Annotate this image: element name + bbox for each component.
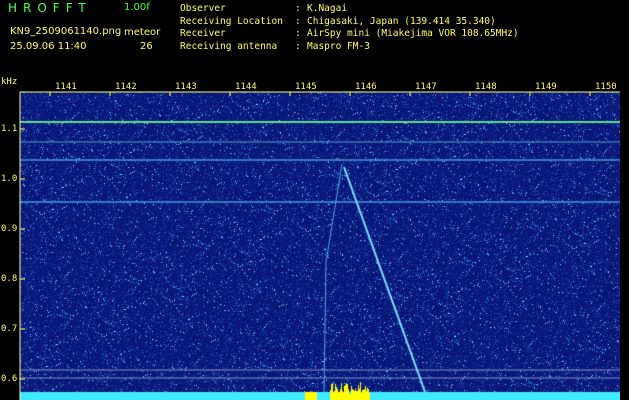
info-separator: : (295, 28, 301, 39)
x-tick-label: 1143 (175, 82, 197, 92)
info-key: Receiving Location (180, 15, 283, 27)
app-title: HROFFT (8, 1, 92, 15)
meteor-count: 26 (140, 41, 153, 52)
info-row-location: Receiving Location : Chigasaki, Japan (1… (180, 16, 519, 29)
info-separator: : (295, 3, 301, 14)
info-value: K.Nagai (307, 3, 348, 14)
info-row-receiver: Receiver : AirSpy mini (Miakejima VOR 10… (180, 28, 519, 41)
spectrogram-canvas (20, 92, 620, 400)
info-separator: : (295, 15, 301, 27)
info-key: Observer (180, 3, 226, 14)
x-tick-label: 1148 (475, 82, 497, 92)
info-value: Maspro FM-3 (307, 40, 370, 52)
y-tick-label: 0.8 (1, 274, 18, 284)
x-tick-label: 1141 (55, 82, 77, 92)
x-tick-label: 1144 (235, 82, 257, 92)
info-key: Receiving antenna (180, 40, 278, 52)
x-tick-label: 1147 (415, 82, 437, 92)
file-timestamp: 25.09.06 11:40 (10, 41, 87, 52)
info-key: Receiver (180, 28, 226, 39)
info-separator: : (295, 40, 301, 52)
y-axis-unit: kHz (1, 77, 18, 87)
y-tick-label: 0.9 (1, 224, 18, 234)
info-value: Chigasaki, Japan (139.414 35.340) (307, 15, 496, 27)
x-tick-label: 1142 (115, 82, 137, 92)
app-version: 1.00f (124, 2, 150, 13)
info-row-antenna: Receiving antenna : Maspro FM-3 (180, 41, 519, 54)
info-row-observer: Observer : K.Nagai (180, 3, 519, 16)
y-tick-label: 1.1 (1, 124, 18, 134)
y-tick-label: 0.6 (1, 374, 18, 384)
info-value: AirSpy mini (Miakejima VOR 108.65MHz) (307, 28, 519, 39)
x-tick-label: 1149 (535, 82, 557, 92)
meteor-label: meteor (124, 27, 161, 38)
y-tick-label: 0.7 (1, 324, 18, 334)
y-tick-label: 1.0 (1, 174, 18, 184)
observation-info: Observer : K.Nagai Receiving Location : … (180, 3, 519, 53)
header-panel: HROFFT 1.00f KN9_2509061140.png 25.09.06… (0, 0, 629, 76)
x-tick-label: 1146 (355, 82, 377, 92)
x-tick-label: 1150 (595, 82, 617, 92)
x-tick-label: 1145 (295, 82, 317, 92)
file-name: KN9_2509061140.png (10, 26, 122, 37)
